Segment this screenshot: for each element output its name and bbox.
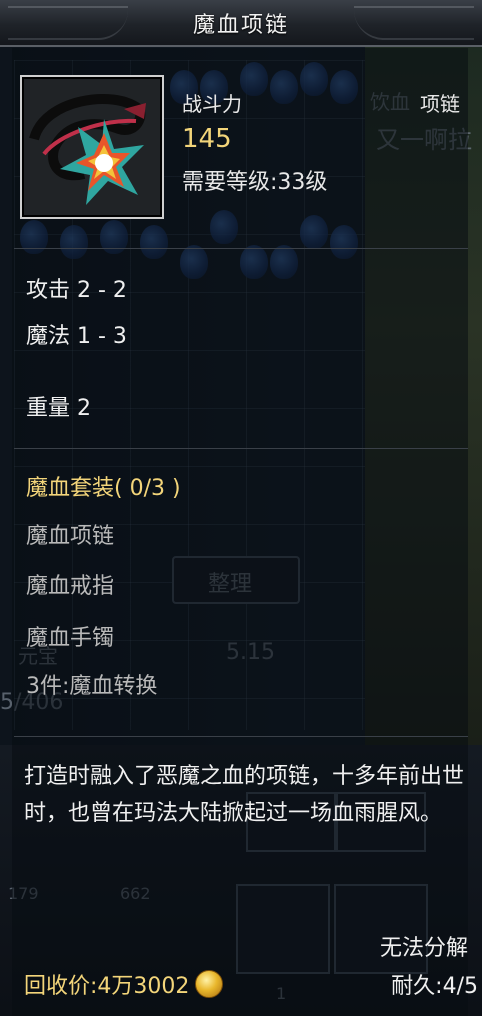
stat-weight: 重量 2 — [26, 396, 91, 421]
set-piece: 魔血项链 — [26, 524, 115, 549]
set-title: 魔血套装( 0/3 ) — [26, 476, 181, 501]
stat-magic: 魔法 1 - 3 — [26, 324, 127, 349]
title-ornament-right — [354, 6, 474, 40]
item-name-title: 魔血项链 — [192, 12, 289, 38]
combat-power-value: 145 — [182, 124, 232, 154]
divider — [14, 736, 468, 737]
title-ornament-left — [8, 6, 128, 40]
combat-power-label: 战斗力 — [182, 92, 242, 116]
star-amulet-icon — [24, 79, 160, 215]
stat-attack: 攻击 2 - 2 — [26, 278, 127, 303]
item-description: 打造时融入了恶魔之血的项链，十多年前出世时，也曾在玛法大陆掀起过一场血雨腥风。 — [24, 764, 465, 826]
set-piece: 魔血戒指 — [26, 574, 115, 599]
recycle-price: 回收价:4万3002 — [24, 968, 224, 1000]
item-icon-frame — [20, 75, 164, 219]
divider — [14, 248, 468, 249]
tooltip-titlebar: 魔血项链 — [0, 0, 482, 47]
set-bonus: 3件:魔血转换 — [26, 674, 158, 699]
durability: 耐久:4/5 — [391, 974, 478, 999]
item-type-label: 项链 — [420, 92, 460, 116]
dismantle-status: 无法分解 — [379, 936, 468, 961]
divider — [14, 448, 468, 449]
set-piece: 魔血手镯 — [26, 626, 115, 651]
gold-coin-icon — [195, 970, 224, 998]
required-level: 需要等级:33级 — [182, 170, 328, 195]
recycle-price-text: 回收价:4万3002 — [24, 974, 190, 999]
